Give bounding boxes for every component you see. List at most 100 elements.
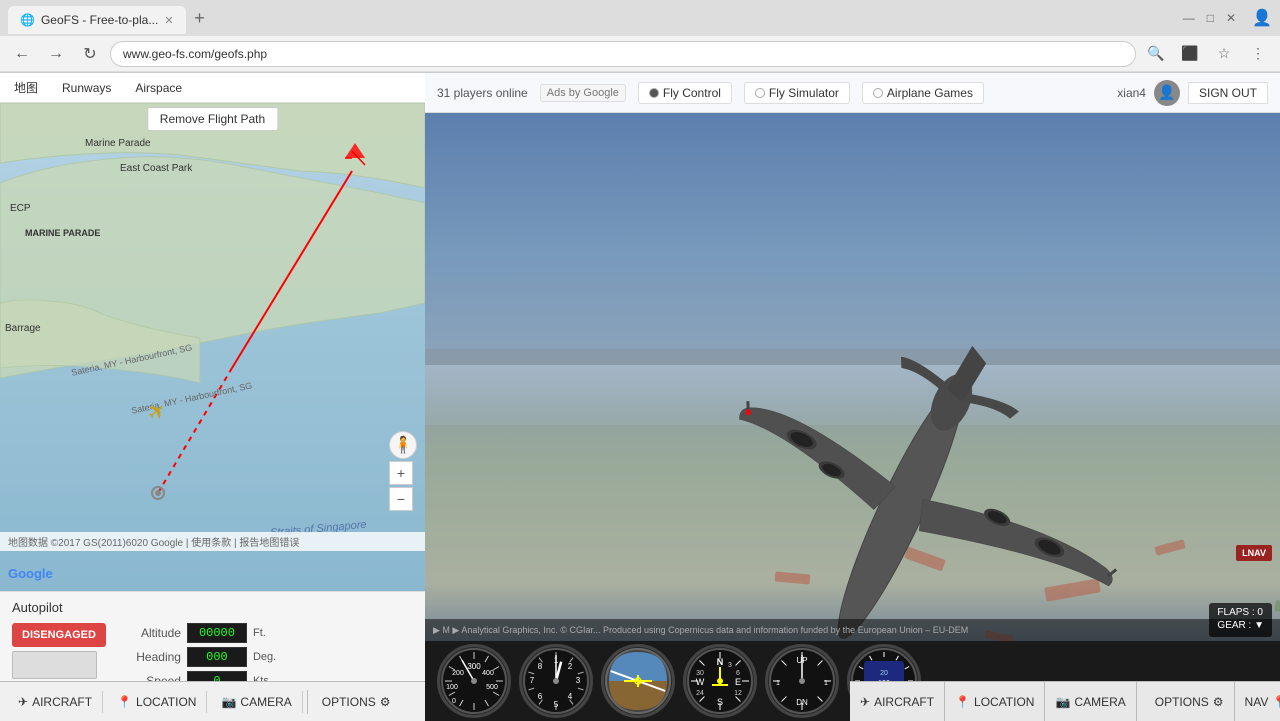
heading-row: Heading 000 Deg. bbox=[126, 647, 413, 667]
menu-icon[interactable]: ⋮ bbox=[1244, 40, 1272, 68]
user-avatar[interactable]: 👤 bbox=[1154, 80, 1180, 106]
label-barrage: Barrage bbox=[5, 323, 41, 334]
map-area[interactable]: Marine Parade East Coast Park ECP MARINE… bbox=[0, 103, 425, 591]
sign-out-button[interactable]: SIGN OUT bbox=[1188, 82, 1268, 104]
camera-icon: 📷 bbox=[221, 695, 236, 709]
forward-button[interactable]: → bbox=[42, 40, 70, 68]
user-area: xian4 👤 SIGN OUT bbox=[1117, 80, 1268, 106]
fly-control-button[interactable]: Fly Control bbox=[638, 82, 732, 104]
options-label: OPTIONS bbox=[322, 695, 376, 709]
svg-text:2: 2 bbox=[568, 662, 573, 671]
flaps-value: FLAPS : 0 bbox=[1217, 607, 1264, 618]
separator bbox=[307, 690, 308, 714]
tab-runways[interactable]: Runways bbox=[56, 77, 117, 99]
gear-value: GEAR : ▼ bbox=[1217, 620, 1264, 631]
main-content: 地图 Runways Airspace bbox=[0, 73, 1280, 721]
autopilot-disengaged-button[interactable]: DISENGAGED bbox=[12, 623, 106, 647]
nav-item-options[interactable]: OPTIONS ⚙ bbox=[312, 691, 401, 713]
browser-tab[interactable]: 🌐 GeoFS - Free-to-pla... ✕ bbox=[8, 6, 186, 34]
toolbar-aircraft-icon: ✈ bbox=[860, 695, 870, 709]
vsi-indicator: UP DN 1 1 bbox=[765, 644, 839, 718]
zoom-out-button[interactable]: − bbox=[389, 487, 413, 511]
svg-text:1: 1 bbox=[824, 680, 828, 687]
svg-text:12: 12 bbox=[734, 690, 742, 697]
bookmark-icon[interactable]: ☆ bbox=[1210, 40, 1238, 68]
nav-item-camera[interactable]: 📷 CAMERA bbox=[211, 691, 302, 713]
altimeter-indicator: 1 2 3 4 5 6 7 8 bbox=[519, 644, 593, 718]
svg-text:6: 6 bbox=[736, 670, 740, 677]
toolbar-location-label: LOCATION bbox=[974, 695, 1034, 709]
heading-unit: Deg. bbox=[253, 651, 276, 663]
svg-text:7: 7 bbox=[530, 676, 535, 685]
label-ecp: ECP bbox=[10, 203, 31, 214]
options-gear-icon: ⚙ bbox=[380, 695, 391, 709]
right-panel: 31 players online Ads by Google Fly Cont… bbox=[425, 73, 1280, 721]
search-icon[interactable]: 🔍 bbox=[1142, 40, 1170, 68]
svg-text:400: 400 bbox=[482, 670, 494, 677]
maximize-icon[interactable]: □ bbox=[1203, 7, 1218, 29]
toolbar-nav-label: NAV bbox=[1245, 695, 1269, 709]
address-bar[interactable] bbox=[110, 41, 1136, 67]
tab-airspace[interactable]: Airspace bbox=[129, 77, 188, 99]
google-logo: Google bbox=[8, 566, 53, 581]
zoom-in-button[interactable]: + bbox=[389, 461, 413, 485]
altitude-label: Altitude bbox=[126, 626, 181, 640]
nav-bar: ← → ↻ 🔍 ⬛ ☆ ⋮ bbox=[0, 36, 1280, 72]
svg-text:0: 0 bbox=[452, 698, 456, 705]
svg-text:DN: DN bbox=[796, 698, 808, 707]
toolbar-options-label: OPTIONS bbox=[1155, 695, 1209, 709]
refresh-button[interactable]: ↻ bbox=[76, 40, 104, 68]
fly-control-label: Fly Control bbox=[663, 86, 721, 100]
svg-text:3: 3 bbox=[728, 662, 732, 669]
svg-text:S: S bbox=[717, 697, 723, 707]
remove-flight-path-button[interactable]: Remove Flight Path bbox=[147, 107, 278, 131]
tab-title: GeoFS - Free-to-pla... bbox=[41, 13, 158, 27]
streetview-icon[interactable]: 🧍 bbox=[389, 431, 417, 459]
map-svg bbox=[0, 103, 425, 591]
fly-control-radio bbox=[649, 88, 659, 98]
airplane-games-button[interactable]: Airplane Games bbox=[862, 82, 984, 104]
tab-close-icon[interactable]: ✕ bbox=[164, 14, 173, 27]
user-profile-icon[interactable]: 👤 bbox=[1252, 8, 1272, 28]
cesium-attribution: ▶ M ▶ Analytical Graphics, Inc. © CGIar.… bbox=[433, 625, 968, 636]
back-button[interactable]: ← bbox=[8, 40, 36, 68]
lnav-indicator: LNAV bbox=[1236, 545, 1272, 561]
svg-text:1: 1 bbox=[776, 680, 780, 687]
heading-label: Heading bbox=[126, 650, 181, 664]
aircraft-icon: ✈ bbox=[18, 695, 28, 709]
left-panel: 地图 Runways Airspace bbox=[0, 73, 425, 721]
toolbar-aircraft-label: AIRCRAFT bbox=[874, 695, 934, 709]
fly-simulator-label: Fly Simulator bbox=[769, 86, 839, 100]
autopilot-title: Autopilot bbox=[12, 600, 413, 615]
toolbar-camera-label: CAMERA bbox=[1074, 695, 1125, 709]
minimize-icon[interactable]: — bbox=[1179, 7, 1199, 29]
svg-text:5: 5 bbox=[554, 700, 559, 709]
toolbar-nav-camera[interactable]: 📷 CAMERA bbox=[1045, 682, 1136, 721]
new-tab-button[interactable]: + bbox=[186, 4, 214, 32]
toolbar-nav-options[interactable]: OPTIONS ⚙ bbox=[1145, 682, 1235, 721]
toolbar-nav-nav[interactable]: NAV 📍 bbox=[1235, 682, 1280, 721]
svg-text:N: N bbox=[717, 657, 724, 667]
aircraft-label: AIRCRAFT bbox=[32, 695, 92, 709]
tab-map[interactable]: 地图 bbox=[8, 75, 44, 100]
cast-icon[interactable]: ⬛ bbox=[1176, 40, 1204, 68]
toolbar-nav-aircraft[interactable]: ✈ AIRCRAFT bbox=[850, 682, 945, 721]
close-window-icon[interactable]: ✕ bbox=[1222, 7, 1240, 29]
flaps-gear-indicator: FLAPS : 0 GEAR : ▼ bbox=[1209, 603, 1272, 637]
nav-item-location[interactable]: 📍 LOCATION bbox=[107, 691, 207, 713]
svg-text:20: 20 bbox=[880, 670, 888, 677]
svg-text:100: 100 bbox=[446, 684, 458, 691]
altitude-row: Altitude 00000 Ft. bbox=[126, 623, 413, 643]
svg-text:300: 300 bbox=[467, 662, 481, 671]
attitude-indicator bbox=[601, 644, 675, 718]
svg-text:500: 500 bbox=[486, 684, 498, 691]
toolbar-location-icon: 📍 bbox=[955, 695, 970, 709]
tab-favicon: 🌐 bbox=[20, 13, 35, 27]
fly-simulator-radio bbox=[755, 88, 765, 98]
airplane-games-radio bbox=[873, 88, 883, 98]
fly-simulator-button[interactable]: Fly Simulator bbox=[744, 82, 850, 104]
toolbar-nav-location[interactable]: 📍 LOCATION bbox=[945, 682, 1045, 721]
cesium-bar: ▶ M ▶ Analytical Graphics, Inc. © CGIar.… bbox=[425, 619, 1280, 641]
svg-text:8: 8 bbox=[538, 662, 543, 671]
nav-item-aircraft[interactable]: ✈ AIRCRAFT bbox=[8, 691, 103, 713]
